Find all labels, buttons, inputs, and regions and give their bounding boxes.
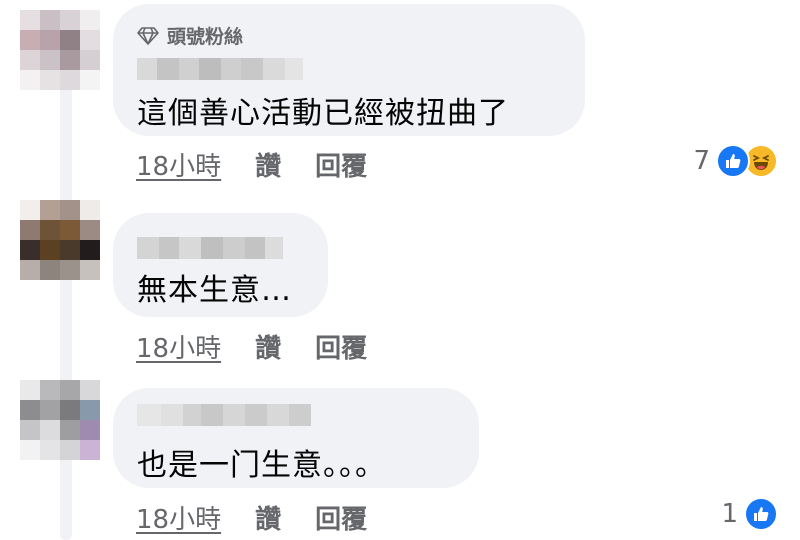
reactions-summary[interactable]: 7: [693, 144, 778, 178]
comment-bubble: 頭號粉絲 這個善心活動已經被扭曲了: [113, 4, 585, 136]
reply-button[interactable]: 回覆: [315, 146, 367, 183]
comment-text: 這個善心活動已經被扭曲了: [137, 96, 509, 131]
top-fan-badge: 頭號粉絲: [137, 22, 243, 49]
timestamp-link[interactable]: 18小時: [136, 328, 221, 365]
badge-label: 頭號粉絲: [167, 26, 244, 48]
like-button[interactable]: 讚: [255, 146, 281, 183]
reply-button[interactable]: 回覆: [315, 499, 367, 536]
comment-actions: 18小時 讚 回覆: [136, 146, 367, 183]
author-name[interactable]: [137, 404, 311, 426]
comment-text: 也是一门生意。。。: [137, 448, 386, 483]
avatar[interactable]: [20, 380, 100, 460]
timestamp-link[interactable]: 18小時: [136, 146, 221, 183]
comment-bubble: 也是一门生意。。。: [113, 388, 479, 488]
diamond-icon: [137, 26, 159, 45]
avatar[interactable]: [20, 10, 100, 90]
author-name[interactable]: [137, 237, 283, 259]
reaction-count: 7: [693, 146, 710, 176]
author-name[interactable]: [137, 58, 303, 80]
reply-button[interactable]: 回覆: [315, 328, 367, 365]
avatar[interactable]: [20, 200, 100, 280]
comment-actions: 18小時 讚 回覆: [136, 499, 367, 536]
thread-line: [60, 84, 72, 540]
like-button[interactable]: 讚: [255, 499, 281, 536]
like-icon: [716, 144, 750, 178]
comment-actions: 18小時 讚 回覆: [136, 328, 367, 365]
comment-bubble: 無本生意…: [113, 213, 328, 317]
reaction-count: 1: [721, 499, 738, 529]
comment-text: 無本生意…: [137, 273, 292, 308]
reactions-summary[interactable]: 1: [721, 497, 778, 531]
like-button[interactable]: 讚: [255, 328, 281, 365]
like-icon: [744, 497, 778, 531]
timestamp-link[interactable]: 18小時: [136, 499, 221, 536]
